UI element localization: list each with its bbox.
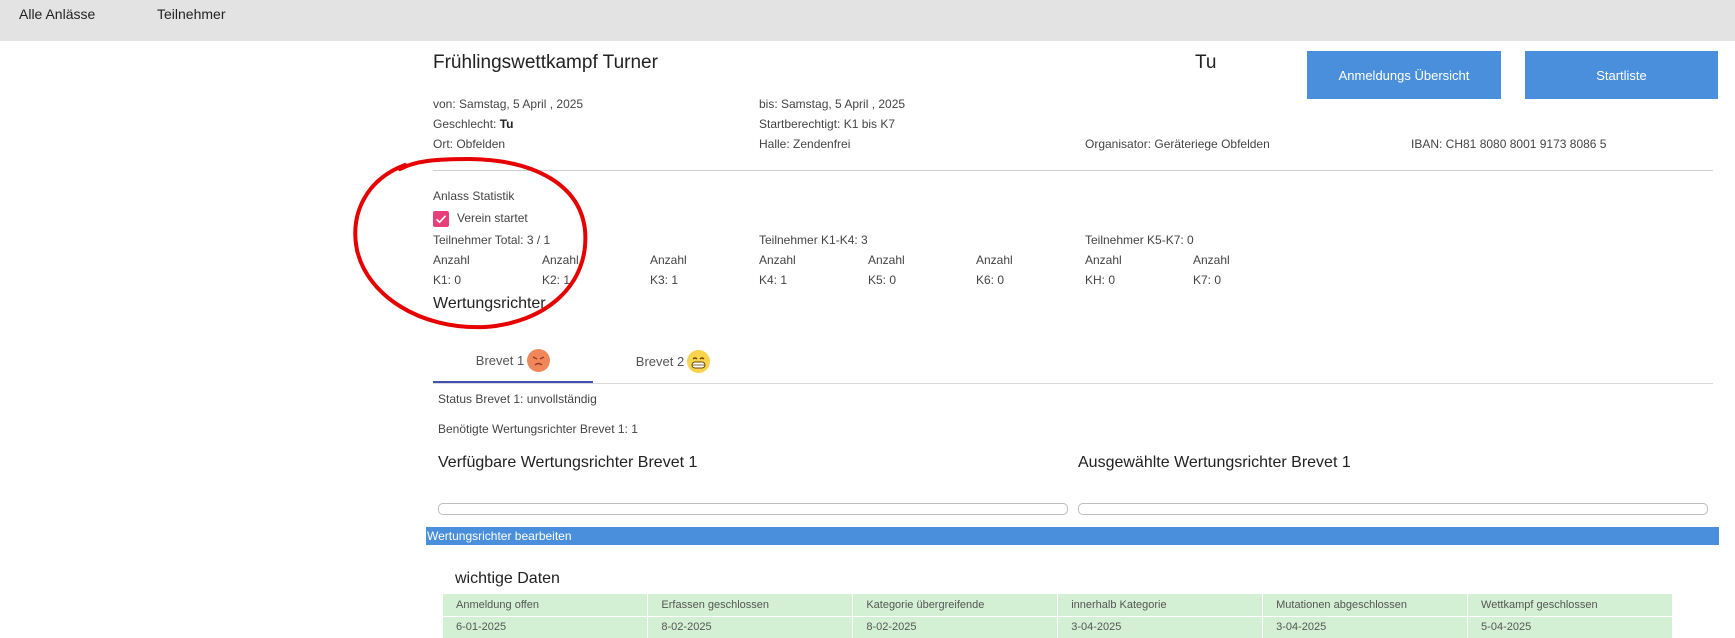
date-header: Erfassen geschlossen <box>647 594 854 617</box>
stat-k3-label: Anzahl <box>650 253 687 267</box>
judges-title: Wertungsrichter <box>433 295 546 312</box>
event-date-from: von: Samstag, 5 April , 2025 <box>433 97 584 111</box>
date-value: 3-04-2025 <box>1262 616 1469 638</box>
date-value: 8-02-2025 <box>647 616 854 638</box>
stat-k2-label: Anzahl <box>542 253 579 267</box>
stat-k1-label: Anzahl <box>433 253 470 267</box>
date-header: Mutationen abgeschlossen <box>1262 594 1469 617</box>
brevet-status: Status Brevet 1: unvollständig <box>438 392 597 406</box>
stat-k7-label: Anzahl <box>1193 253 1230 267</box>
top-nav-bar: Alle Anlässe Teilnehmer <box>0 0 1735 41</box>
dates-table: Anmeldung offen Erfassen geschlossen Kat… <box>443 594 1673 638</box>
date-header: Anmeldung offen <box>443 594 649 617</box>
divider <box>433 170 1713 171</box>
startlist-button[interactable]: Startliste <box>1525 51 1718 99</box>
tab-brevet-2[interactable]: Brevet 2 <box>593 340 753 383</box>
stats-k1-k4: Teilnehmer K1-K4: 3 <box>759 233 868 247</box>
stat-k2-value: K2: 1 <box>542 273 571 287</box>
grinning-face-icon <box>687 350 711 373</box>
date-header: innerhalb Kategorie <box>1057 594 1264 617</box>
available-judges-title: Verfügbare Wertungsrichter Brevet 1 <box>438 454 698 471</box>
selected-judges-title: Ausgewählte Wertungsrichter Brevet 1 <box>1078 454 1351 471</box>
tab-brevet-2-label: Brevet 2 <box>635 354 685 369</box>
event-date-to: bis: Samstag, 5 April , 2025 <box>759 97 906 111</box>
table-row: 6-01-2025 8-02-2025 8-02-2025 3-04-2025 … <box>443 616 1673 638</box>
angry-face-icon <box>527 349 551 372</box>
event-iban: IBAN: CH81 8080 8001 9173 8086 5 <box>1411 137 1607 151</box>
date-value: 5-04-2025 <box>1467 616 1673 638</box>
event-location: Ort: Obfelden <box>433 137 506 151</box>
stat-k5-label: Anzahl <box>868 253 905 267</box>
stats-total: Teilnehmer Total: 3 / 1 <box>433 233 551 247</box>
event-hall: Halle: Zendenfrei <box>759 137 851 151</box>
date-value: 6-01-2025 <box>443 616 649 638</box>
checkmark-icon <box>435 215 447 224</box>
event-eligible: Startberechtigt: K1 bis K7 <box>759 117 896 131</box>
edit-judges-button[interactable]: Wertungsrichter bearbeiten <box>426 527 1719 545</box>
tab-brevet-1-label: Brevet 1 <box>475 353 525 368</box>
date-header: Kategorie übergreifende <box>852 594 1059 617</box>
stat-k1-value: K1: 0 <box>433 273 462 287</box>
nav-link-alle-anlaesse[interactable]: Alle Anlässe <box>19 6 95 22</box>
stat-kh-label: Anzahl <box>1085 253 1122 267</box>
event-gender-value: Tu <box>499 117 514 131</box>
event-gender-label: Geschlecht: <box>433 117 500 131</box>
stat-k4-value: K4: 1 <box>759 273 788 287</box>
nav-link-teilnehmer[interactable]: Teilnehmer <box>157 6 225 22</box>
date-value: 3-04-2025 <box>1057 616 1264 638</box>
table-row: Anmeldung offen Erfassen geschlossen Kat… <box>443 594 1673 617</box>
stats-title: Anlass Statistik <box>433 189 515 203</box>
stat-k7-value: K7: 0 <box>1193 273 1222 287</box>
stat-k4-label: Anzahl <box>759 253 796 267</box>
stat-k3-value: K3: 1 <box>650 273 679 287</box>
registration-overview-button[interactable]: Anmeldungs Übersicht <box>1307 51 1501 99</box>
verein-startet-label: Verein startet <box>457 211 528 225</box>
stat-k6-label: Anzahl <box>976 253 1013 267</box>
event-gender: Geschlecht: Tu <box>433 117 513 131</box>
event-organizer: Organisator: Geräteriege Obfelden <box>1085 137 1270 151</box>
available-judges-list[interactable] <box>438 503 1068 515</box>
tab-brevet-1[interactable]: Brevet 1 <box>433 340 593 383</box>
date-header: Wettkampf geschlossen <box>1467 594 1673 617</box>
event-gender-short: Tu <box>1195 52 1217 73</box>
date-value: 8-02-2025 <box>852 616 1059 638</box>
event-title: Frühlingswettkampf Turner <box>433 52 658 73</box>
brevet-required-judges: Benötigte Wertungsrichter Brevet 1: 1 <box>438 422 638 436</box>
dates-title: wichtige Daten <box>455 570 560 587</box>
selected-judges-list[interactable] <box>1078 503 1708 515</box>
stat-kh-value: KH: 0 <box>1085 273 1116 287</box>
stat-k5-value: K5: 0 <box>868 273 897 287</box>
brevet-tabs: Brevet 1 Brevet 2 <box>433 340 1713 384</box>
stats-k5-k7: Teilnehmer K5-K7: 0 <box>1085 233 1194 247</box>
stat-k6-value: K6: 0 <box>976 273 1005 287</box>
verein-startet-checkbox[interactable] <box>433 211 449 227</box>
